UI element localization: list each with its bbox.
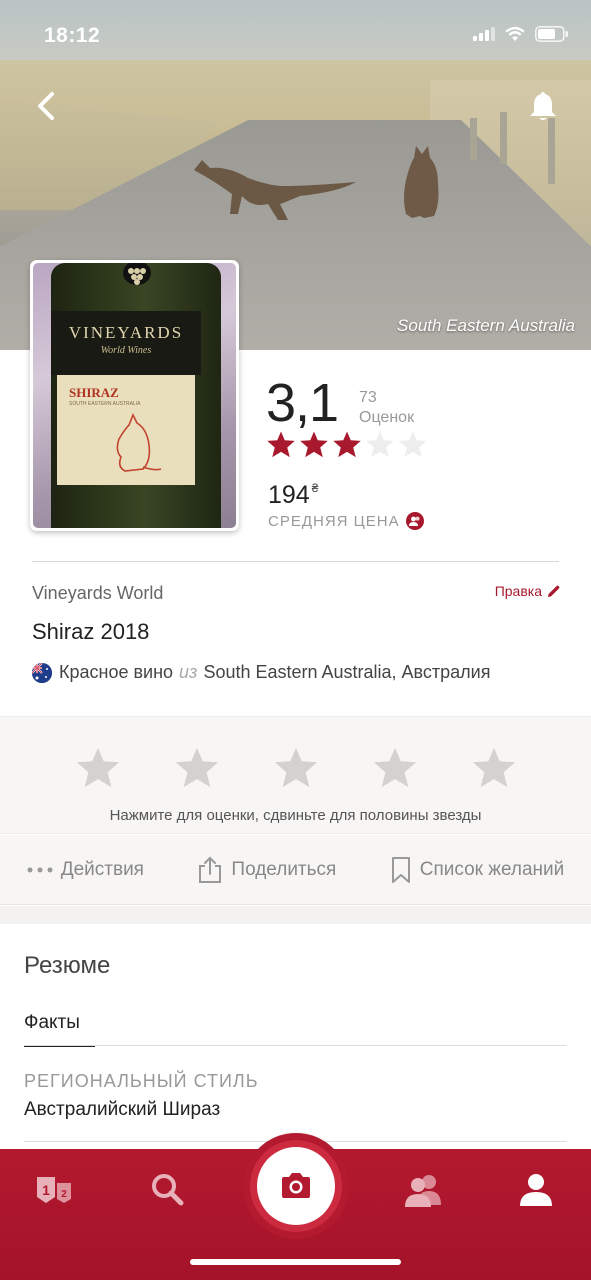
friends-icon xyxy=(405,1175,441,1207)
regional-style-label: РЕГИОНАЛЬНЫЙ СТИЛЬ xyxy=(24,1071,259,1091)
bottle-label-main: SHIRAZ SOUTH EASTERN AUSTRALIA xyxy=(57,375,195,485)
australia-flag-icon xyxy=(32,662,52,683)
edit-button[interactable]: Правка xyxy=(495,583,561,599)
price-label-text: СРЕДНЯЯ ЦЕНА xyxy=(268,512,400,530)
nav-rankings[interactable]: 1 2 xyxy=(30,1167,82,1213)
chevron-left-icon xyxy=(38,92,54,120)
rate-star-2-icon[interactable] xyxy=(174,745,220,789)
wine-region-link[interactable]: South Eastern Australia, Австралия xyxy=(203,662,490,683)
average-rating: 3,1 xyxy=(266,373,339,433)
nav-search[interactable] xyxy=(142,1167,194,1213)
price-value: 194 xyxy=(268,481,310,509)
summary-title: Резюме xyxy=(24,952,111,979)
actions-bar: Действия Поделиться Список желаний xyxy=(0,835,591,905)
bottle-label-top: VINEYARDS World Wines xyxy=(51,311,201,375)
divider xyxy=(32,561,559,562)
fence-post xyxy=(500,112,507,164)
tab-facts[interactable]: Факты xyxy=(24,1012,95,1047)
star-filled-icon xyxy=(267,431,295,458)
bottle-photo: VINEYARDS World Wines SHIRAZ SOUTH EASTE… xyxy=(33,263,236,528)
star-empty-icon xyxy=(366,431,394,458)
back-button[interactable] xyxy=(24,84,68,128)
profile-icon xyxy=(520,1174,552,1206)
label-brand: VINEYARDS xyxy=(68,323,184,342)
camera-icon xyxy=(282,1173,310,1198)
wifi-icon xyxy=(505,26,525,41)
rate-hint: Нажмите для оценки, сдвиньте для половин… xyxy=(109,807,482,824)
status-time: 18:12 xyxy=(44,24,101,47)
label-sub: World Wines xyxy=(100,345,152,356)
nav-friends[interactable] xyxy=(398,1167,450,1213)
search-icon xyxy=(152,1174,184,1206)
share-icon xyxy=(199,856,222,883)
nav-profile[interactable] xyxy=(510,1167,562,1213)
origin-from: из xyxy=(179,662,198,682)
battery-icon xyxy=(535,26,568,42)
wine-type-link[interactable]: Красное вино xyxy=(59,662,173,683)
star-filled-icon xyxy=(300,431,328,458)
wishlist-button[interactable]: Список желаний xyxy=(390,856,565,884)
fence-post xyxy=(470,118,477,160)
rank-icon: 1 2 xyxy=(37,1177,71,1203)
price-currency: ₴ xyxy=(311,481,319,495)
price-label[interactable]: СРЕДНЯЯ ЦЕНА xyxy=(268,512,424,530)
signal-icon xyxy=(473,27,495,41)
section-separator xyxy=(0,906,591,924)
regional-style-value[interactable]: Австралийский Шираз xyxy=(24,1099,220,1121)
svg-text:1: 1 xyxy=(42,1182,50,1198)
wine-name: Shiraz 2018 xyxy=(32,619,150,644)
region-caption: South Eastern Australia xyxy=(397,316,575,335)
home-indicator xyxy=(190,1259,401,1265)
average-stars xyxy=(266,430,428,458)
kangaroo-left-icon xyxy=(194,160,356,220)
pencil-icon xyxy=(548,585,560,597)
label-region: SOUTH EASTERN AUSTRALIA xyxy=(69,401,141,407)
user-rating-stars[interactable] xyxy=(0,745,591,789)
wine-origin: Красное вино из South Eastern Australia,… xyxy=(32,662,491,683)
rate-star-1-icon[interactable] xyxy=(75,745,121,789)
tab-underline xyxy=(24,1045,567,1046)
notifications-button[interactable] xyxy=(521,84,565,128)
grapes-logo-icon xyxy=(123,263,151,285)
kangaroo-right-icon xyxy=(404,146,439,218)
camera-button[interactable] xyxy=(257,1147,335,1225)
share-label: Поделиться xyxy=(231,858,337,880)
actions-button[interactable]: Действия xyxy=(27,859,144,881)
user-rating-panel: Нажмите для оценки, сдвиньте для половин… xyxy=(0,716,591,834)
bookmark-icon xyxy=(391,856,410,883)
wishlist-label: Список желаний xyxy=(419,858,565,880)
rate-star-5-icon[interactable] xyxy=(471,745,517,789)
kangaroo-label-icon xyxy=(116,413,162,472)
svg-text:2: 2 xyxy=(61,1189,67,1200)
more-dots-icon xyxy=(27,867,53,872)
average-price: 194 ₴ xyxy=(268,481,318,510)
edit-label: Правка xyxy=(494,583,542,599)
camera-button-wrap xyxy=(243,1133,349,1239)
actions-label: Действия xyxy=(60,858,144,880)
rating-count-label: Оценок xyxy=(359,409,415,426)
label-variety: SHIRAZ xyxy=(69,385,119,400)
star-empty-icon xyxy=(399,431,427,458)
community-icon xyxy=(405,512,424,530)
share-button[interactable]: Поделиться xyxy=(197,856,336,884)
rate-star-3-icon[interactable] xyxy=(273,745,319,789)
winery-link[interactable]: Vineyards World xyxy=(32,583,163,604)
rating-count-value: 73 xyxy=(359,389,377,406)
bell-icon xyxy=(530,92,556,120)
wine-bottle-photo[interactable]: VINEYARDS World Wines SHIRAZ SOUTH EASTE… xyxy=(30,260,239,531)
rating-count: 73 Оценок xyxy=(359,388,414,428)
status-icons xyxy=(473,26,569,42)
camera-ring xyxy=(250,1140,342,1232)
star-filled-icon xyxy=(333,431,361,458)
rate-star-4-icon[interactable] xyxy=(372,745,418,789)
